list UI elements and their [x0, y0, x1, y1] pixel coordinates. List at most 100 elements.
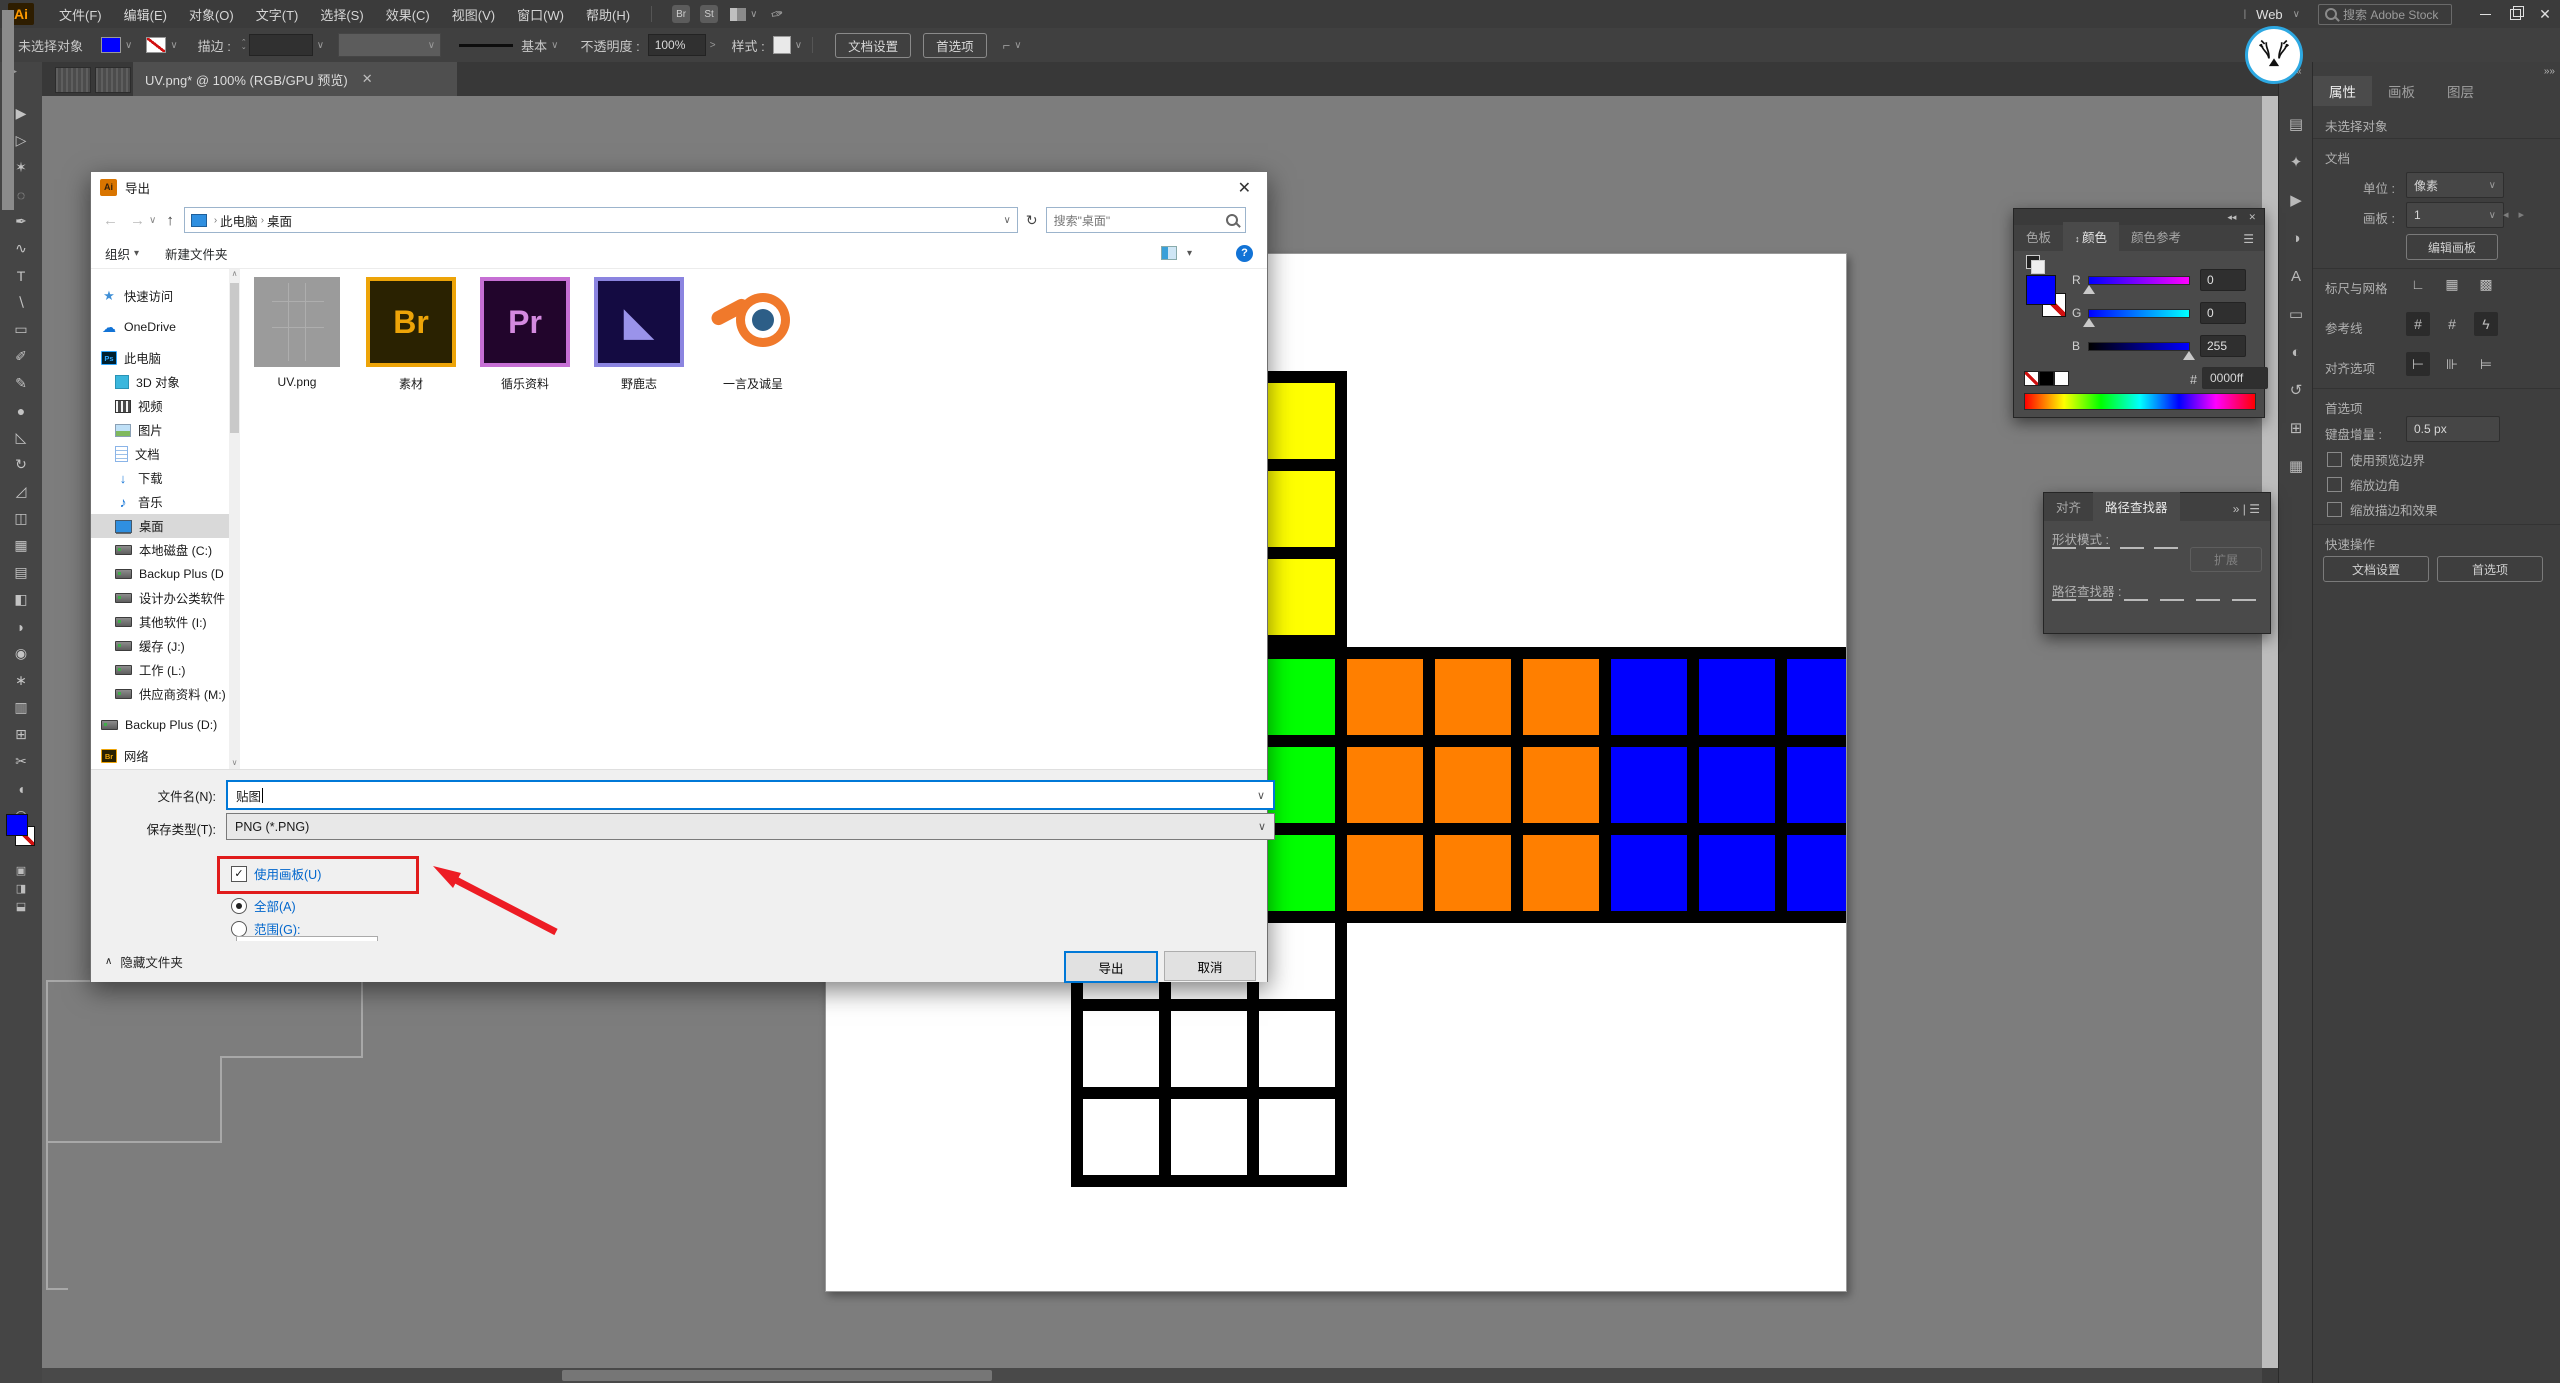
- radio-icon[interactable]: [231, 921, 247, 937]
- symbol-sprayer-tool-icon[interactable]: ∗: [0, 667, 42, 694]
- appearance-panel-icon[interactable]: ▭: [2279, 295, 2313, 333]
- preference-checkbox[interactable]: 缩放边角: [2327, 475, 2400, 494]
- vertical-scrollbar-thumb[interactable]: [2, 10, 14, 210]
- character-panel-icon[interactable]: A: [2279, 257, 2313, 295]
- stepper-icon[interactable]: >: [710, 40, 716, 51]
- smart-guides-icon[interactable]: ϟ: [2474, 312, 2498, 336]
- sidebar-scrollbar[interactable]: ∧∨: [229, 269, 240, 769]
- divide-icon[interactable]: [2052, 599, 2076, 621]
- menu-item[interactable]: 编辑(E): [113, 5, 178, 24]
- artboards-panel-icon[interactable]: ⊞: [2279, 409, 2313, 447]
- gradient-panel-icon[interactable]: ◐: [2279, 333, 2313, 371]
- none-black-white-swatches[interactable]: [2024, 371, 2069, 386]
- checkbox-icon[interactable]: [2327, 477, 2342, 492]
- br-app-icon[interactable]: Br: [672, 5, 690, 23]
- artboard-dropdown[interactable]: 1∨: [2406, 202, 2504, 228]
- slice-tool-icon[interactable]: ✂: [0, 748, 42, 775]
- menu-item[interactable]: 帮助(H): [575, 5, 641, 24]
- menu-item[interactable]: 对象(O): [178, 5, 245, 24]
- view-mode-icon[interactable]: [1161, 246, 1177, 260]
- slider-thumb[interactable]: [2083, 318, 2095, 327]
- close-button[interactable]: ✕: [2530, 0, 2560, 28]
- snap-pixel-icon[interactable]: ⊪: [2440, 352, 2464, 376]
- file-item[interactable]: UV.png: [251, 277, 343, 392]
- sidebar-item[interactable]: ★快速访问: [91, 284, 229, 308]
- hex-field[interactable]: 0000ff: [2202, 367, 2268, 389]
- B-value-field[interactable]: 255: [2200, 335, 2246, 357]
- units-dropdown[interactable]: 像素∨: [2406, 172, 2504, 198]
- menu-item[interactable]: 文件(F): [48, 5, 113, 24]
- pencil-tool-icon[interactable]: ✎: [0, 370, 42, 397]
- menu-item[interactable]: 窗口(W): [506, 5, 575, 24]
- chevron-down-icon[interactable]: ∨: [1014, 40, 1021, 51]
- close-icon[interactable]: ✕: [2248, 212, 2256, 223]
- chevron-down-icon[interactable]: ∨: [2293, 9, 2300, 20]
- radio-selected-icon[interactable]: [231, 898, 247, 914]
- actions-panel-icon[interactable]: ▶: [2279, 181, 2313, 219]
- trim-icon[interactable]: [2088, 599, 2112, 621]
- libraries-panel-icon[interactable]: ▤: [2279, 105, 2313, 143]
- sidebar-item[interactable]: 供应商资料 (M:): [91, 682, 229, 706]
- collapse-panels-icon[interactable]: »»: [2544, 66, 2555, 77]
- paintbrush-tool-icon[interactable]: ✐: [0, 343, 42, 370]
- horizontal-scrollbar-thumb[interactable]: [562, 1370, 992, 1381]
- R-value-field[interactable]: 0: [2200, 269, 2246, 291]
- edit-artboard-button[interactable]: 编辑画板: [2406, 234, 2498, 260]
- minimize-button[interactable]: [2470, 0, 2500, 28]
- collapsed-panel-tab[interactable]: [95, 67, 131, 93]
- chevron-down-icon[interactable]: ∨: [750, 9, 757, 20]
- blob-brush-tool-icon[interactable]: ●: [0, 397, 42, 424]
- preference-checkbox[interactable]: 缩放描边和效果: [2327, 500, 2438, 519]
- panel-menu-icon[interactable]: » | ☰: [2233, 502, 2270, 521]
- transparency-grid-icon[interactable]: ▩: [2474, 272, 2498, 296]
- dialog-close-icon[interactable]: ✕: [1238, 178, 1251, 198]
- sidebar-item[interactable]: 3D 对象: [91, 370, 229, 394]
- eyedropper-tool-icon[interactable]: ◗: [0, 613, 42, 640]
- file-item[interactable]: Pr循乐资料: [479, 277, 571, 392]
- file-item[interactable]: ◣野鹿志: [593, 277, 685, 392]
- shape-builder-tool-icon[interactable]: ◫: [0, 505, 42, 532]
- scale-tool-icon[interactable]: ◿: [0, 478, 42, 505]
- line-tool-icon[interactable]: ∖: [0, 289, 42, 316]
- adjustments-panel-icon[interactable]: ✦: [2279, 143, 2313, 181]
- breadcrumb-segment[interactable]: 桌面: [267, 211, 292, 230]
- history-chevron-icon[interactable]: ∨: [149, 215, 156, 226]
- mesh-tool-icon[interactable]: ▤: [0, 559, 42, 586]
- workspace-switcher[interactable]: Web: [2256, 7, 2283, 22]
- style-swatch[interactable]: [773, 36, 791, 54]
- tab-artboards[interactable]: 画板: [2372, 76, 2431, 106]
- new-folder-button[interactable]: 新建文件夹: [165, 244, 228, 263]
- menu-item[interactable]: 选择(S): [309, 5, 374, 24]
- layout-icon[interactable]: [730, 8, 746, 21]
- sidebar-item[interactable]: 工作 (L:): [91, 658, 229, 682]
- horizontal-scrollbar[interactable]: [42, 1368, 2262, 1383]
- eraser-tool-icon[interactable]: ◺: [0, 424, 42, 451]
- outline-icon[interactable]: [2196, 599, 2220, 621]
- crop-icon[interactable]: [2160, 599, 2184, 621]
- panel-menu-icon[interactable]: ☰: [2243, 232, 2264, 251]
- opacity-field[interactable]: 100%: [648, 34, 706, 56]
- G-slider[interactable]: [2088, 309, 2190, 318]
- swap-colors-icon[interactable]: [2026, 255, 2040, 269]
- show-guides-icon[interactable]: #: [2406, 312, 2430, 336]
- collapse-icon[interactable]: ◂◂: [2227, 212, 2236, 223]
- tab-align[interactable]: 对齐: [2044, 492, 2093, 521]
- merge-icon[interactable]: [2124, 599, 2148, 621]
- collapsed-panel-tab[interactable]: [55, 67, 91, 93]
- hide-folders-button[interactable]: ∧ 隐藏文件夹: [105, 952, 183, 971]
- tab-color-guide[interactable]: 颜色参考: [2119, 222, 2193, 251]
- checkbox-icon[interactable]: [2327, 452, 2342, 467]
- white-swatch[interactable]: [2054, 371, 2069, 386]
- slider-thumb[interactable]: [2183, 351, 2195, 360]
- exclude-icon[interactable]: [2154, 547, 2178, 569]
- breadcrumb-segment[interactable]: 此电脑: [220, 211, 258, 230]
- chevron-down-icon[interactable]: ∨: [170, 40, 177, 51]
- sidebar-item[interactable]: 图片: [91, 418, 229, 442]
- export-button[interactable]: 导出: [1064, 951, 1158, 983]
- stroke-weight-stepper[interactable]: ⌃⌄: [241, 40, 247, 50]
- dialog-title-bar[interactable]: Ai 导出 ✕: [91, 172, 1267, 202]
- fill-proxy[interactable]: [2026, 275, 2056, 305]
- file-item[interactable]: Br素材: [365, 277, 457, 392]
- chevron-down-icon[interactable]: ∨: [317, 40, 324, 51]
- artboard-prev-next-icons[interactable]: ◂▸: [2503, 208, 2534, 221]
